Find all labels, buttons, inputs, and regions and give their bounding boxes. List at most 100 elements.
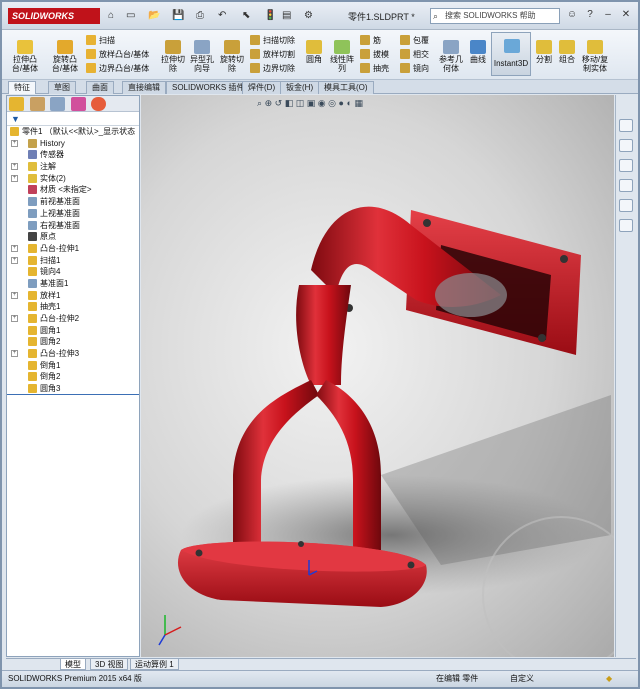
boundary-boss-button[interactable]: 边界凸台/基体 bbox=[86, 63, 149, 75]
tree-item[interactable]: + 注解 bbox=[7, 161, 139, 173]
options-icon[interactable]: ⚙ bbox=[304, 8, 313, 24]
expand-icon[interactable]: + bbox=[11, 350, 18, 358]
tree-item[interactable]: + 凸台-拉伸2 bbox=[7, 313, 139, 325]
solidworks-resources-icon[interactable] bbox=[619, 119, 633, 132]
print-icon[interactable]: ⎙ bbox=[196, 8, 204, 24]
hide-show-icon[interactable]: ◎ bbox=[328, 98, 336, 108]
lofted-cut-button[interactable]: 放样切割 bbox=[250, 49, 295, 61]
expand-icon[interactable]: + bbox=[11, 256, 18, 264]
minimize-icon[interactable]: – bbox=[600, 7, 616, 23]
view-palette-icon[interactable] bbox=[619, 179, 633, 192]
tab-direct-editing[interactable]: 直接编辑 bbox=[122, 81, 166, 94]
shell-button[interactable]: 抽壳 bbox=[360, 63, 389, 75]
revolved-cut-button[interactable]: 旋转切 除 bbox=[218, 40, 246, 73]
tree-item[interactable]: 右视基准面 bbox=[7, 220, 139, 232]
save-icon[interactable]: 💾 bbox=[172, 8, 184, 24]
revolved-boss-button[interactable]: 旋转凸 台/基体 bbox=[48, 40, 82, 73]
tab-surfaces[interactable]: 曲面 bbox=[86, 81, 114, 94]
expand-icon[interactable]: + bbox=[11, 291, 18, 299]
display-manager-tab-icon[interactable] bbox=[91, 97, 107, 111]
tree-item[interactable]: 材质 <未指定> bbox=[7, 184, 139, 196]
tab-addins[interactable]: SOLIDWORKS 插件 bbox=[166, 81, 251, 94]
design-library-icon[interactable] bbox=[619, 139, 633, 152]
new-file-icon[interactable]: ▭ bbox=[126, 8, 135, 24]
graphics-viewport[interactable] bbox=[141, 95, 614, 657]
display-style-icon[interactable]: ◉ bbox=[318, 98, 326, 108]
draft-button[interactable]: 拔模 bbox=[360, 49, 389, 61]
tree-item[interactable]: 传感器 bbox=[7, 149, 139, 161]
wrap-button[interactable]: 包覆 bbox=[400, 35, 429, 47]
tree-item[interactable]: + 放样1 bbox=[7, 290, 139, 302]
help-icon[interactable]: ? bbox=[582, 7, 598, 23]
tree-item[interactable]: + 凸台-拉伸1 bbox=[7, 243, 139, 255]
expand-icon[interactable]: + bbox=[11, 174, 18, 182]
tab-motion-study[interactable]: 运动算例 1 bbox=[130, 659, 179, 670]
expand-icon[interactable]: + bbox=[11, 139, 18, 147]
tree-item[interactable]: 上视基准面 bbox=[7, 208, 139, 220]
apply-scene-icon[interactable]: ◐ bbox=[346, 98, 351, 108]
tree-item[interactable]: 原点 bbox=[7, 231, 139, 243]
linear-pattern-button[interactable]: 线性阵 列 bbox=[328, 40, 356, 73]
tree-item[interactable]: 镜向4 bbox=[7, 266, 139, 278]
status-units[interactable]: 自定义 bbox=[510, 671, 534, 687]
expand-icon[interactable]: + bbox=[11, 244, 18, 252]
extruded-cut-button[interactable]: 拉伸切 除 bbox=[158, 40, 188, 73]
hole-wizard-button[interactable]: 异型孔 向导 bbox=[188, 40, 216, 73]
tree-item[interactable]: + 扫描1 bbox=[7, 255, 139, 267]
appearances-icon[interactable] bbox=[619, 199, 633, 212]
view-settings-icon[interactable]: ▦ bbox=[354, 98, 363, 108]
undo-icon[interactable]: ↶ bbox=[218, 8, 226, 24]
boundary-cut-button[interactable]: 边界切除 bbox=[250, 63, 295, 75]
extruded-boss-button[interactable]: 拉伸凸 台/基体 bbox=[8, 40, 42, 73]
swept-boss-button[interactable]: 扫描 bbox=[86, 35, 115, 47]
filter-icon[interactable]: ▼ bbox=[7, 112, 139, 126]
tree-item[interactable]: + 实体(2) bbox=[7, 173, 139, 185]
tree-item[interactable]: 圆角1 bbox=[7, 325, 139, 337]
tab-mold-tools[interactable]: 模具工具(O) bbox=[318, 81, 374, 94]
curves-button[interactable]: 曲线 bbox=[466, 40, 490, 64]
swept-cut-button[interactable]: 扫描切除 bbox=[250, 35, 295, 47]
tab-features[interactable]: 特征 bbox=[8, 81, 36, 94]
select-icon[interactable]: ⬉ bbox=[242, 8, 250, 24]
reference-geometry-button[interactable]: 参考几 何体 bbox=[436, 40, 466, 73]
tree-item[interactable]: 圆角3 bbox=[7, 383, 139, 395]
tree-item[interactable]: 抽壳1 bbox=[7, 301, 139, 313]
split-button[interactable]: 分割 bbox=[533, 40, 555, 64]
zoom-area-icon[interactable]: ⊕ bbox=[265, 98, 273, 108]
instant3d-button[interactable]: Instant3D bbox=[491, 32, 531, 76]
property-manager-tab-icon[interactable] bbox=[29, 97, 45, 111]
rebuild-status-icon[interactable]: ◆ bbox=[606, 671, 612, 687]
feature-manager-tab-icon[interactable] bbox=[9, 97, 24, 111]
tree-root[interactable]: 零件1 （默认<<默认>_显示状态 bbox=[7, 126, 139, 138]
home-icon[interactable]: ⌂ bbox=[108, 8, 114, 24]
previous-view-icon[interactable]: ↺ bbox=[275, 98, 283, 108]
zoom-to-fit-icon[interactable]: ⌕ bbox=[257, 98, 262, 108]
custom-properties-icon[interactable] bbox=[619, 219, 633, 232]
mirror-button[interactable]: 镜向 bbox=[400, 63, 429, 75]
tab-model[interactable]: 模型 bbox=[60, 659, 86, 670]
lofted-boss-button[interactable]: 放样凸台/基体 bbox=[86, 49, 149, 61]
combine-button[interactable]: 组合 bbox=[556, 40, 578, 64]
configuration-manager-tab-icon[interactable] bbox=[50, 97, 66, 111]
close-icon[interactable]: ✕ bbox=[618, 7, 634, 23]
rebuild-icon[interactable]: 🚦 bbox=[264, 8, 276, 24]
tree-item[interactable]: 前视基准面 bbox=[7, 196, 139, 208]
expand-icon[interactable]: + bbox=[11, 315, 18, 322]
tree-item[interactable]: 倒角1 bbox=[7, 360, 139, 372]
move-copy-body-button[interactable]: 移动/复 制实体 bbox=[580, 40, 610, 73]
expand-icon[interactable]: + bbox=[11, 163, 18, 171]
tree-item[interactable]: 基准面1 bbox=[7, 278, 139, 290]
fillet-button[interactable]: 圆角 bbox=[302, 40, 326, 64]
tree-item[interactable]: 圆角2 bbox=[7, 336, 139, 348]
file-explorer-icon[interactable] bbox=[619, 159, 633, 172]
intersect-button[interactable]: 相交 bbox=[400, 49, 429, 61]
tab-sheet-metal[interactable]: 钣金(H) bbox=[280, 81, 320, 94]
dynamic-annotation-icon[interactable]: ◫ bbox=[296, 98, 305, 108]
tab-weldments[interactable]: 焊件(D) bbox=[242, 81, 282, 94]
rib-button[interactable]: 筋 bbox=[360, 35, 381, 47]
user-icon[interactable]: ☺ bbox=[564, 7, 580, 23]
tab-3d-views[interactable]: 3D 视图 bbox=[90, 659, 129, 670]
section-view-icon[interactable]: ◧ bbox=[285, 98, 294, 108]
file-properties-icon[interactable]: ▤ bbox=[282, 8, 291, 24]
tree-item[interactable]: + 凸台-拉伸3 bbox=[7, 348, 139, 360]
